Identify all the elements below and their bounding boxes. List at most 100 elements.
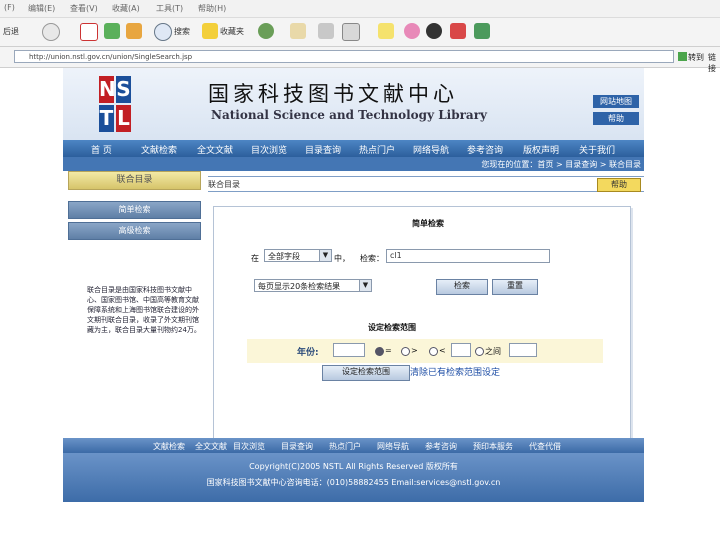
radio-between-label: 之间 [485, 347, 501, 356]
edit-icon[interactable] [342, 23, 360, 41]
address-bar: http://union.nstl.gov.cn/union/SingleSea… [0, 47, 720, 73]
footer-nav: 文献检索 全文文献 目次浏览 目录查询 热点门户 网络导航 参考咨询 预印本服务… [63, 438, 644, 453]
year-mid-input[interactable] [451, 343, 471, 357]
nav-item-fulltext[interactable]: 全文文献 [197, 143, 233, 156]
links-label[interactable]: 链接 [708, 52, 720, 74]
qq-icon[interactable] [426, 23, 442, 39]
footer-nav-item[interactable]: 参考咨询 [425, 441, 457, 452]
per-page-select-value: 每页显示20条检索结果 [258, 282, 341, 291]
flower-icon[interactable] [404, 23, 420, 39]
search-label: 检索： [360, 254, 384, 263]
logo-letter-s: S [116, 76, 131, 103]
footer-nav-item[interactable]: 热点门户 [329, 441, 361, 452]
breadcrumb: 联合目录 [208, 180, 240, 189]
ebay-icon[interactable] [450, 23, 466, 39]
field-select[interactable]: 全部字段 ▼ [264, 249, 332, 262]
mail-icon[interactable] [290, 23, 306, 39]
messenger-icon[interactable] [474, 23, 490, 39]
range-title: 设定检索范围 [368, 323, 416, 332]
note-icon[interactable] [378, 23, 394, 39]
field-select-value: 全部字段 [268, 252, 300, 261]
menu-tools[interactable]: 工具(T) [156, 3, 183, 14]
chevron-down-icon: ▼ [319, 250, 331, 261]
clear-range-link[interactable]: 清除已有检索范围设定 [410, 365, 500, 378]
footer-nav-item[interactable]: 文献检索 [153, 441, 185, 452]
logo-letter-t: T [99, 105, 114, 132]
panel-title: 简单检索 [412, 219, 444, 228]
footer-nav-item[interactable]: 预印本服务 [473, 441, 513, 452]
year-label: 年份: [297, 348, 319, 358]
footer-nav-item[interactable]: 网络导航 [377, 441, 409, 452]
footer-nav-item[interactable]: 目次浏览 [233, 441, 265, 452]
radio-equal[interactable] [375, 347, 384, 356]
site-title-cn: 国家科技图书文献中心 [208, 82, 458, 106]
back-button[interactable]: 后退 [3, 26, 19, 37]
nav-item-webnav[interactable]: 网络导航 [413, 143, 449, 156]
radio-equal-label: = [385, 346, 392, 355]
sidebar: 联合目录 简单检索 高级检索 联合目录是由国家科技图书文献中心、国家图书馆、中国… [63, 171, 208, 437]
sidebar-item-union-catalog[interactable]: 联合目录 [68, 171, 201, 190]
radio-greater-label: > [411, 346, 418, 355]
nav-item-about[interactable]: 关于我们 [579, 143, 615, 156]
search-icon[interactable] [154, 23, 172, 41]
chevron-down-icon: ▼ [359, 280, 371, 291]
menu-file[interactable]: (F) [4, 3, 15, 12]
favorites-button-label[interactable]: 收藏夹 [220, 26, 244, 37]
sidebar-item-simple-search[interactable]: 简单检索 [68, 201, 201, 219]
reset-button[interactable]: 重置 [492, 279, 538, 295]
menu-view[interactable]: 查看(V) [70, 3, 98, 14]
go-icon[interactable] [678, 52, 687, 61]
main-nav: 首 页 文献检索 全文文献 目次浏览 目录查询 热点门户 网络导航 参考咨询 版… [63, 140, 644, 157]
help-button[interactable]: 帮助 [597, 178, 641, 192]
print-icon[interactable] [318, 23, 334, 39]
logo-letter-l: L [116, 105, 131, 132]
browser-toolbar: 后退 搜索 收藏夹 [0, 18, 720, 47]
nav-item-search[interactable]: 文献检索 [141, 143, 177, 156]
favorites-icon[interactable] [202, 23, 218, 39]
copyright-text: Copyright(C)2005 NSTL All Rights Reserve… [249, 462, 458, 471]
forward-icon[interactable] [42, 23, 60, 41]
help-link[interactable]: 帮助 [593, 112, 639, 125]
logo-letter-n: N [99, 76, 116, 103]
go-button[interactable]: 转到 [688, 52, 704, 63]
nav-item-copyright[interactable]: 版权声明 [523, 143, 559, 156]
menu-edit[interactable]: 编辑(E) [28, 3, 55, 14]
radio-less[interactable] [429, 347, 438, 356]
search-button[interactable]: 检索 [436, 279, 488, 295]
nstl-logo: N S T L [99, 73, 133, 133]
search-panel: 简单检索 在 全部字段 ▼ 中， 检索： cl1 每页显示20条检索结果 ▼ 检… [213, 206, 631, 440]
crumb-bar: 联合目录 帮助 [208, 176, 644, 192]
nav-item-reference[interactable]: 参考咨询 [467, 143, 503, 156]
site-banner: N S T L 国家科技图书文献中心 National Science and … [63, 68, 644, 140]
contact-text: 国家科技图书文献中心咨询电话：(010)58882455 Email:servi… [206, 478, 501, 487]
search-button-label[interactable]: 搜索 [174, 26, 190, 37]
search-input[interactable]: cl1 [386, 249, 550, 263]
home-icon[interactable] [126, 23, 142, 39]
footer-nav-item[interactable]: 全文文献 [195, 441, 227, 452]
year-range-box: 年份: = > < 之间 [247, 339, 603, 363]
footer-nav-item[interactable]: 代查代借 [529, 441, 561, 452]
year-to-input[interactable] [509, 343, 537, 357]
radio-greater[interactable] [401, 347, 410, 356]
history-icon[interactable] [258, 23, 274, 39]
location-text: 您现在的位置：首页 > 目录查询 > 联合目录 [481, 160, 641, 169]
nav-item-catalog[interactable]: 目录查询 [305, 143, 341, 156]
year-from-input[interactable] [333, 343, 365, 357]
location-bar: 您现在的位置：首页 > 目录查询 > 联合目录 [63, 157, 644, 171]
stop-icon[interactable] [80, 23, 98, 41]
set-range-button[interactable]: 设定检索范围 [322, 365, 410, 381]
address-input[interactable]: http://union.nstl.gov.cn/union/SingleSea… [14, 50, 674, 63]
sitemap-link[interactable]: 网站地图 [593, 95, 639, 108]
nav-item-toc[interactable]: 目次浏览 [251, 143, 287, 156]
radio-less-label: < [439, 346, 446, 355]
per-page-select[interactable]: 每页显示20条检索结果 ▼ [254, 279, 372, 292]
footer-nav-item[interactable]: 目录查询 [281, 441, 313, 452]
in-suffix-label: 中， [334, 254, 350, 263]
menu-favorites[interactable]: 收藏(A) [112, 3, 140, 14]
nav-item-home[interactable]: 首 页 [91, 143, 112, 156]
menu-help[interactable]: 帮助(H) [198, 3, 226, 14]
sidebar-item-advanced-search[interactable]: 高级检索 [68, 222, 201, 240]
nav-item-portal[interactable]: 热点门户 [359, 143, 395, 156]
refresh-icon[interactable] [104, 23, 120, 39]
radio-between[interactable] [475, 347, 484, 356]
